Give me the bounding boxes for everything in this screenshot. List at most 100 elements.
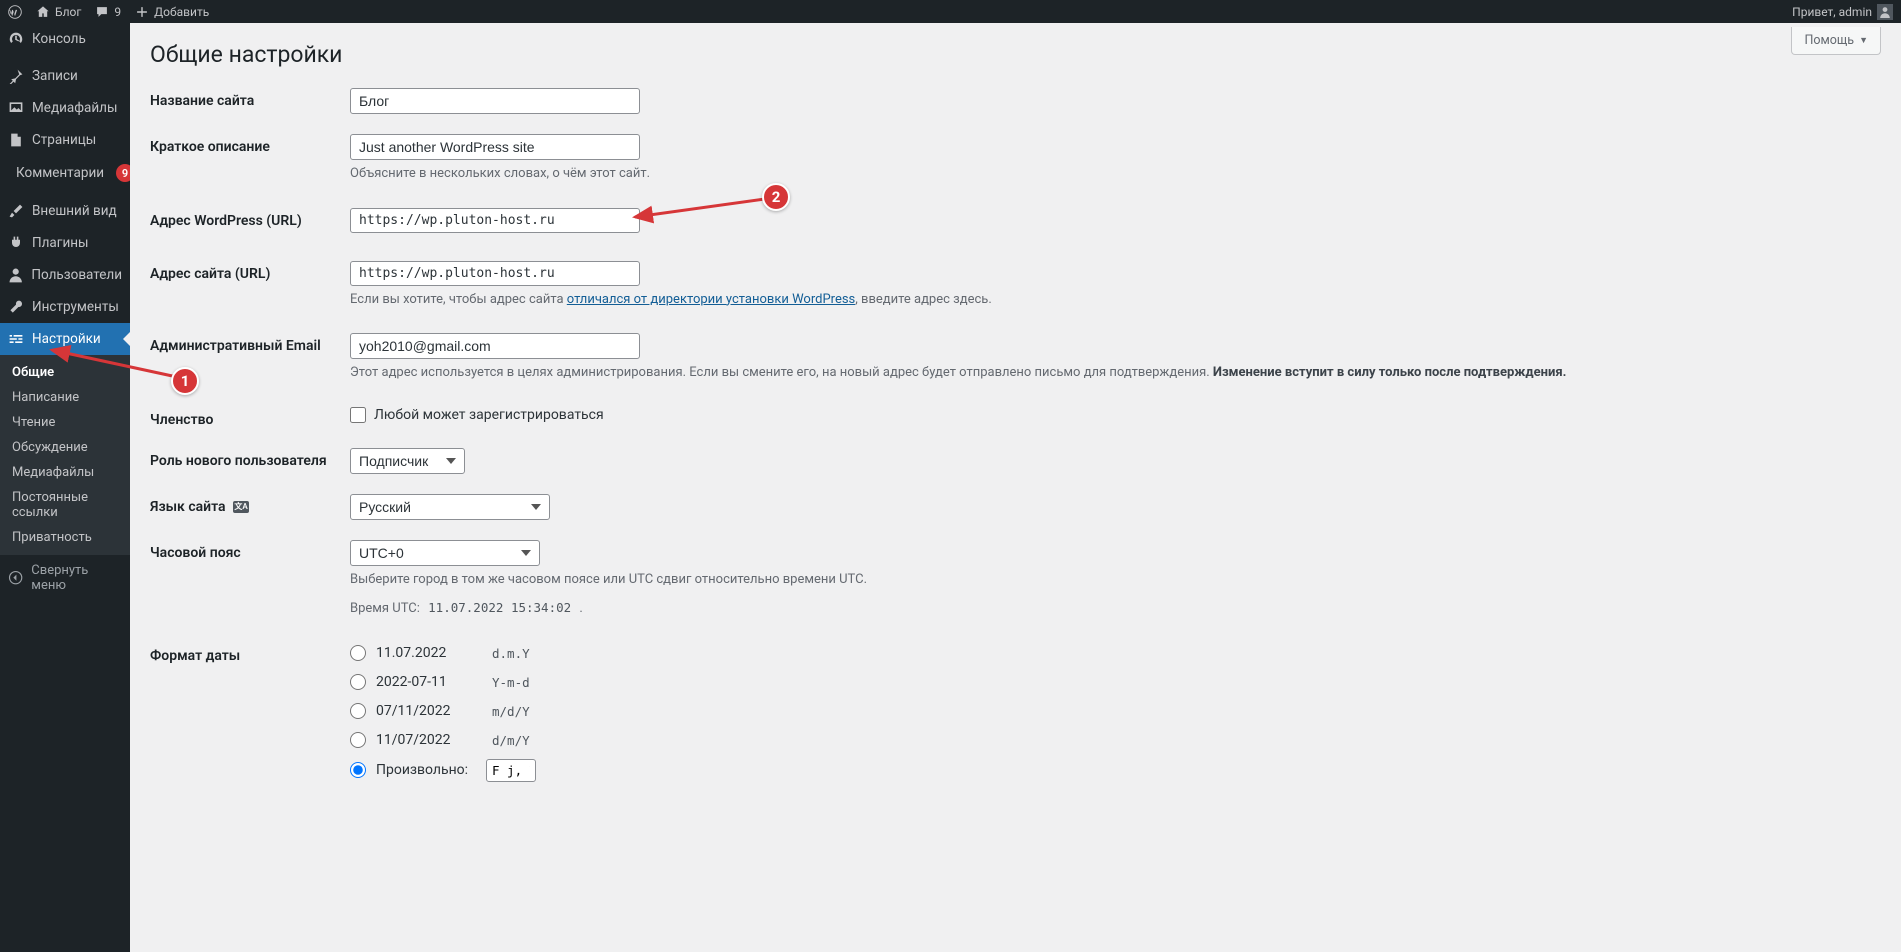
chevron-down-icon: ▼ (1859, 35, 1868, 46)
user-icon (8, 267, 23, 283)
settings-icon (8, 331, 24, 347)
siteurl-desc-post: , введите адрес здесь. (855, 292, 992, 307)
sub-reading[interactable]: Чтение (0, 410, 130, 435)
menu-pages[interactable]: Страницы (0, 124, 130, 156)
tz-desc: Выберите город в том же часовом поясе ил… (350, 570, 1881, 590)
wpurl-input[interactable] (350, 208, 640, 233)
admin-bar: Блог 9 Добавить Привет, admin (0, 0, 1901, 23)
menu-comments[interactable]: Комментарии 9 (0, 156, 130, 190)
date-example: 11/07/2022 (376, 732, 476, 748)
pin-icon (8, 68, 24, 84)
date-radio[interactable] (350, 732, 366, 748)
annotation-1: 1 (171, 367, 199, 395)
tagline-input[interactable] (350, 134, 640, 160)
date-option-row: 11/07/2022 d/m/Y (350, 730, 1881, 751)
sub-writing[interactable]: Написание (0, 385, 130, 410)
tz-utc-value: 11.07.2022 15:34:02 (423, 598, 576, 617)
menu-tools[interactable]: Инструменты (0, 291, 130, 323)
date-option-row: 07/11/2022 m/d/Y (350, 701, 1881, 722)
role-label: Роль нового пользователя (150, 448, 350, 469)
menu-label: Пользователи (31, 267, 122, 283)
page-title: Общие настройки (150, 41, 1881, 68)
menu-appearance[interactable]: Внешний вид (0, 195, 130, 227)
menu-label: Настройки (32, 331, 101, 347)
menu-label: Комментарии (16, 165, 104, 181)
email-desc: Этот адрес используется в целях админист… (350, 363, 1881, 383)
date-fmt-code: d/m/Y (486, 730, 536, 751)
lang-label-text: Язык сайта (150, 499, 226, 515)
page-content: Помощь ▼ Общие настройки Название сайта … (130, 23, 1901, 850)
translate-icon: 文A (233, 501, 249, 513)
date-radio[interactable] (350, 645, 366, 661)
email-desc-plain: Этот адрес используется в целях админист… (350, 365, 1213, 380)
role-select[interactable]: Подписчик (350, 448, 465, 474)
date-custom-input[interactable] (486, 759, 536, 782)
date-radio-custom[interactable] (350, 762, 366, 778)
menu-label: Консоль (32, 31, 86, 47)
date-format-group: 11.07.2022 d.m.Y 2022-07-11 Y-m-d 07/11/… (350, 643, 1881, 790)
comments-link[interactable]: 9 (95, 5, 121, 19)
comment-bubble-icon (95, 5, 109, 19)
sub-general[interactable]: Общие (0, 360, 130, 385)
collapse-menu[interactable]: Свернуть меню (0, 555, 130, 601)
email-input[interactable] (350, 333, 640, 359)
site-link[interactable]: Блог (36, 5, 81, 19)
media-icon (8, 100, 24, 116)
comments-count-text: 9 (114, 5, 121, 19)
date-radio[interactable] (350, 703, 366, 719)
menu-label: Плагины (32, 235, 89, 251)
menu-label: Инструменты (32, 299, 119, 315)
membership-checkbox[interactable] (350, 407, 366, 423)
settings-submenu: Общие Написание Чтение Обсуждение Медиаф… (0, 355, 130, 555)
menu-media[interactable]: Медиафайлы (0, 92, 130, 124)
tz-label: Часовой пояс (150, 540, 350, 561)
tagline-desc: Объясните в нескольких словах, о чём это… (350, 164, 1881, 184)
plug-icon (8, 235, 24, 251)
site-name-text: Блог (55, 5, 81, 19)
tz-select[interactable]: UTC+0 (350, 540, 540, 566)
help-button[interactable]: Помощь ▼ (1791, 27, 1881, 55)
menu-label: Внешний вид (32, 203, 117, 219)
tz-utc-line: Время UTC: 11.07.2022 15:34:02 . (350, 599, 1881, 619)
menu-label: Медиафайлы (32, 100, 117, 116)
date-example: 11.07.2022 (376, 645, 476, 661)
user-greeting-link[interactable]: Привет, admin (1792, 4, 1893, 20)
date-label: Формат даты (150, 643, 350, 664)
sub-media[interactable]: Медиафайлы (0, 460, 130, 485)
add-new-text: Добавить (154, 5, 209, 19)
sub-privacy[interactable]: Приватность (0, 525, 130, 550)
menu-posts[interactable]: Записи (0, 60, 130, 92)
site-title-label: Название сайта (150, 88, 350, 109)
greeting-text: Привет, admin (1792, 5, 1872, 19)
menu-label: Записи (32, 68, 78, 84)
siteurl-desc-link[interactable]: отличался от директории установки WordPr… (567, 292, 855, 307)
add-new-link[interactable]: Добавить (135, 5, 209, 19)
date-example: 07/11/2022 (376, 703, 476, 719)
date-radio[interactable] (350, 674, 366, 690)
menu-plugins[interactable]: Плагины (0, 227, 130, 259)
membership-checkbox-label[interactable]: Любой может зарегистрироваться (350, 407, 1881, 423)
sub-permalinks[interactable]: Постоянные ссылки (0, 485, 130, 525)
siteurl-label: Адрес сайта (URL) (150, 261, 350, 282)
home-icon (36, 5, 50, 19)
lang-select[interactable]: Русский (350, 494, 550, 520)
date-option-row: 11.07.2022 d.m.Y (350, 643, 1881, 664)
date-fmt-code: d.m.Y (486, 643, 536, 664)
sub-discussion[interactable]: Обсуждение (0, 435, 130, 460)
menu-label: Страницы (32, 132, 96, 148)
collapse-icon (8, 570, 23, 586)
siteurl-input[interactable] (350, 261, 640, 286)
membership-check-text: Любой может зарегистрироваться (374, 407, 604, 423)
menu-settings[interactable]: Настройки (0, 323, 130, 355)
date-example: 2022-07-11 (376, 674, 476, 690)
comments-badge: 9 (116, 164, 130, 182)
menu-users[interactable]: Пользователи (0, 259, 130, 291)
avatar-icon (1877, 4, 1893, 20)
wp-logo-link[interactable] (8, 5, 22, 19)
site-title-input[interactable] (350, 88, 640, 114)
wpurl-label: Адрес WordPress (URL) (150, 208, 350, 229)
menu-dashboard[interactable]: Консоль (0, 23, 130, 55)
date-fmt-code: m/d/Y (486, 701, 536, 722)
plus-icon (135, 5, 149, 19)
collapse-label: Свернуть меню (31, 563, 122, 593)
